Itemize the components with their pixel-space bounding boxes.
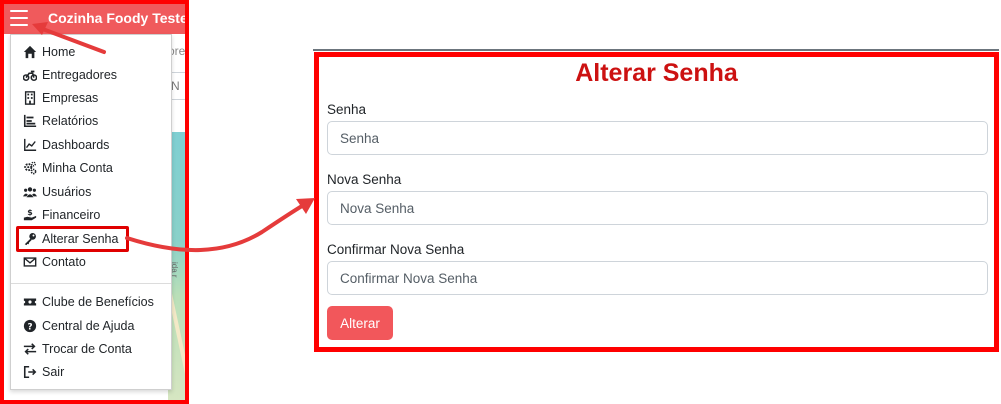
menu-item-label: Home xyxy=(42,45,76,59)
alterar-button[interactable]: Alterar xyxy=(327,306,393,340)
menu-item-central-ajuda[interactable]: ? Central de Ajuda xyxy=(11,315,134,337)
svg-text:$: $ xyxy=(27,208,32,217)
hamburger-menu-icon[interactable] xyxy=(10,10,28,26)
alterar-senha-highlight xyxy=(16,226,129,252)
list-chart-icon xyxy=(23,114,37,128)
svg-text:?: ? xyxy=(27,323,32,333)
menu-item-entregadores[interactable]: Entregadores xyxy=(11,64,117,86)
change-password-form-frame: Alterar Senha Senha Nova Senha Confirmar… xyxy=(314,52,999,352)
menu-item-label: Clube de Benefícios xyxy=(42,295,154,309)
menu-item-dashboards[interactable]: Dashboards xyxy=(11,134,109,156)
envelope-icon xyxy=(23,255,37,269)
menu-item-label: Central de Ajuda xyxy=(42,319,135,333)
senha-label: Senha xyxy=(327,102,367,117)
menu-item-sair[interactable]: Sair xyxy=(11,361,64,383)
menu-item-label: Dashboards xyxy=(42,138,110,152)
menu-item-trocar-conta[interactable]: Trocar de Conta xyxy=(11,338,132,360)
menu-item-financeiro[interactable]: $ Financeiro xyxy=(11,204,100,226)
menu-item-label: Relatórios xyxy=(42,114,99,128)
menu-item-label: Sair xyxy=(42,365,65,379)
senha-input[interactable] xyxy=(327,121,988,155)
menu-item-usuarios[interactable]: Usuários xyxy=(11,181,91,203)
hand-dollar-icon: $ xyxy=(23,208,37,222)
building-icon xyxy=(23,91,37,105)
menu-item-clube-beneficios[interactable]: Clube de Benefícios xyxy=(11,291,154,313)
menu-item-minha-conta[interactable]: Minha Conta xyxy=(11,157,113,179)
menu-item-label: Minha Conta xyxy=(42,161,113,175)
app-header: Cozinha Foody Teste xyxy=(4,4,185,34)
motorcycle-icon xyxy=(23,68,37,82)
line-chart-icon xyxy=(23,138,37,152)
confirmar-senha-input[interactable] xyxy=(327,261,988,295)
side-menu: Home Entregadores Empresas Relatórios Da… xyxy=(10,34,172,390)
page-divider xyxy=(313,49,999,51)
nova-senha-input[interactable] xyxy=(327,191,988,225)
gears-icon xyxy=(23,161,37,175)
connector-arrowhead-icon xyxy=(296,198,315,214)
menu-item-label: Entregadores xyxy=(42,68,118,82)
left-screenshot-frame: Cozinha Foody Teste ore N ida r Home Ent… xyxy=(0,0,189,404)
menu-item-label: Empresas xyxy=(42,91,99,105)
menu-item-label: Contato xyxy=(42,255,86,269)
sign-out-icon xyxy=(23,365,37,379)
page-title: Alterar Senha xyxy=(575,59,738,87)
menu-item-label: Trocar de Conta xyxy=(42,342,132,356)
menu-item-label: Financeiro xyxy=(42,208,101,222)
menu-item-empresas[interactable]: Empresas xyxy=(11,87,98,109)
menu-item-contato[interactable]: Contato xyxy=(11,251,86,273)
nova-senha-label: Nova Senha xyxy=(327,172,402,187)
users-icon xyxy=(23,185,37,199)
ticket-icon xyxy=(23,295,37,309)
exchange-icon xyxy=(23,342,37,356)
question-circle-icon: ? xyxy=(23,319,37,333)
menu-item-home[interactable]: Home xyxy=(11,41,75,63)
menu-item-label: Usuários xyxy=(42,185,92,199)
app-title: Cozinha Foody Teste xyxy=(48,10,188,26)
menu-divider xyxy=(11,283,171,284)
confirmar-senha-label: Confirmar Nova Senha xyxy=(327,242,465,257)
home-icon xyxy=(23,45,37,59)
menu-item-relatorios[interactable]: Relatórios xyxy=(11,110,98,132)
